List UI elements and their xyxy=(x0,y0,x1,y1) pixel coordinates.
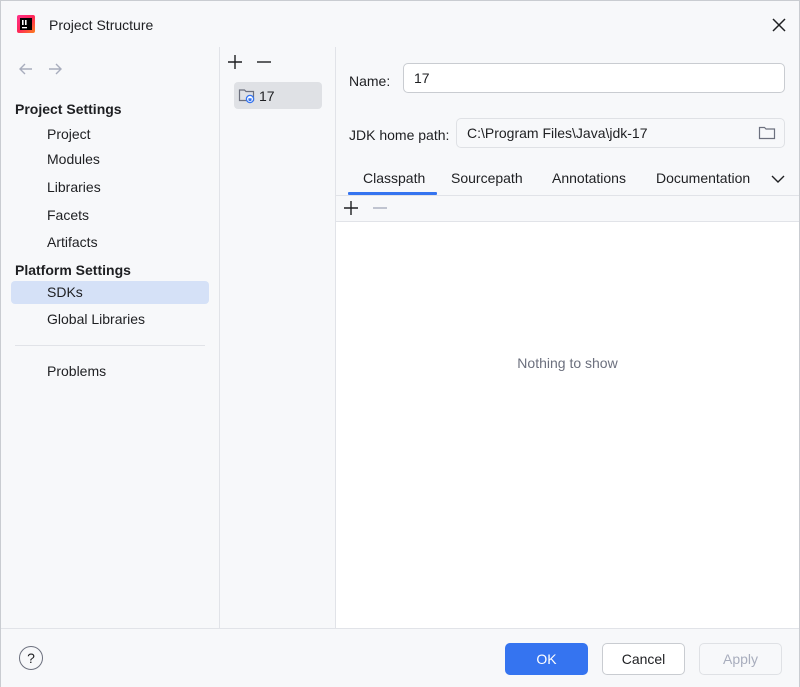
chevron-down-icon[interactable] xyxy=(770,172,786,186)
tab-sourcepath[interactable]: Sourcepath xyxy=(451,170,523,186)
title-bar: Project Structure xyxy=(1,1,799,47)
back-arrow-icon[interactable] xyxy=(17,60,35,78)
sidebar-item-facets[interactable]: Facets xyxy=(11,204,209,227)
close-icon[interactable] xyxy=(767,13,791,37)
sidebar-item-global-libraries[interactable]: Global Libraries xyxy=(11,308,209,331)
name-label: Name: xyxy=(349,73,391,89)
tabs-divider xyxy=(336,195,799,196)
sdk-detail-panel: Name: 17 JDK home path: C:\Program Files… xyxy=(336,47,799,628)
sidebar-item-modules[interactable]: Modules xyxy=(11,148,209,171)
jdk-home-path-value: C:\Program Files\Java\jdk-17 xyxy=(467,125,648,141)
name-field[interactable]: 17 xyxy=(403,63,785,93)
sdk-item-label: 17 xyxy=(259,88,275,104)
sidebar-item-artifacts[interactable]: Artifacts xyxy=(11,231,209,254)
remove-classpath-icon[interactable] xyxy=(369,197,391,219)
forward-arrow-icon[interactable] xyxy=(46,60,64,78)
sidebar-item-sdks[interactable]: SDKs xyxy=(11,281,209,304)
window-title: Project Structure xyxy=(49,17,154,33)
sdk-list-item[interactable]: 17 xyxy=(234,82,322,109)
sidebar-divider xyxy=(15,345,205,346)
settings-sidebar: Project Settings Project Modules Librari… xyxy=(1,47,220,628)
sidebar-item-project[interactable]: Project xyxy=(11,123,209,146)
jdk-home-path-label: JDK home path: xyxy=(349,127,450,143)
dialog-footer: ? OK Cancel Apply xyxy=(1,628,799,687)
add-classpath-icon[interactable] xyxy=(340,197,362,219)
intellij-logo-icon xyxy=(17,15,35,33)
tab-classpath[interactable]: Classpath xyxy=(363,170,425,186)
tab-documentation[interactable]: Documentation xyxy=(656,170,750,186)
ok-button[interactable]: OK xyxy=(505,643,588,675)
cancel-button[interactable]: Cancel xyxy=(602,643,685,675)
jdk-folder-icon xyxy=(238,89,255,104)
classpath-list[interactable]: Nothing to show xyxy=(336,222,799,628)
remove-sdk-icon[interactable] xyxy=(253,51,275,73)
sdk-list-panel: 17 xyxy=(220,47,336,628)
jdk-home-path-field[interactable]: C:\Program Files\Java\jdk-17 xyxy=(456,118,785,148)
sidebar-item-libraries[interactable]: Libraries xyxy=(11,176,209,199)
project-settings-header: Project Settings xyxy=(15,101,122,117)
platform-settings-header: Platform Settings xyxy=(15,262,131,278)
apply-button[interactable]: Apply xyxy=(699,643,782,675)
empty-state-message: Nothing to show xyxy=(517,355,618,371)
folder-browse-icon[interactable] xyxy=(758,125,776,141)
help-button[interactable]: ? xyxy=(19,646,43,670)
project-structure-dialog: Project Structure Project Settings Proje… xyxy=(0,0,800,687)
tab-annotations[interactable]: Annotations xyxy=(552,170,626,186)
sidebar-item-problems[interactable]: Problems xyxy=(11,360,209,383)
add-sdk-icon[interactable] xyxy=(224,51,246,73)
